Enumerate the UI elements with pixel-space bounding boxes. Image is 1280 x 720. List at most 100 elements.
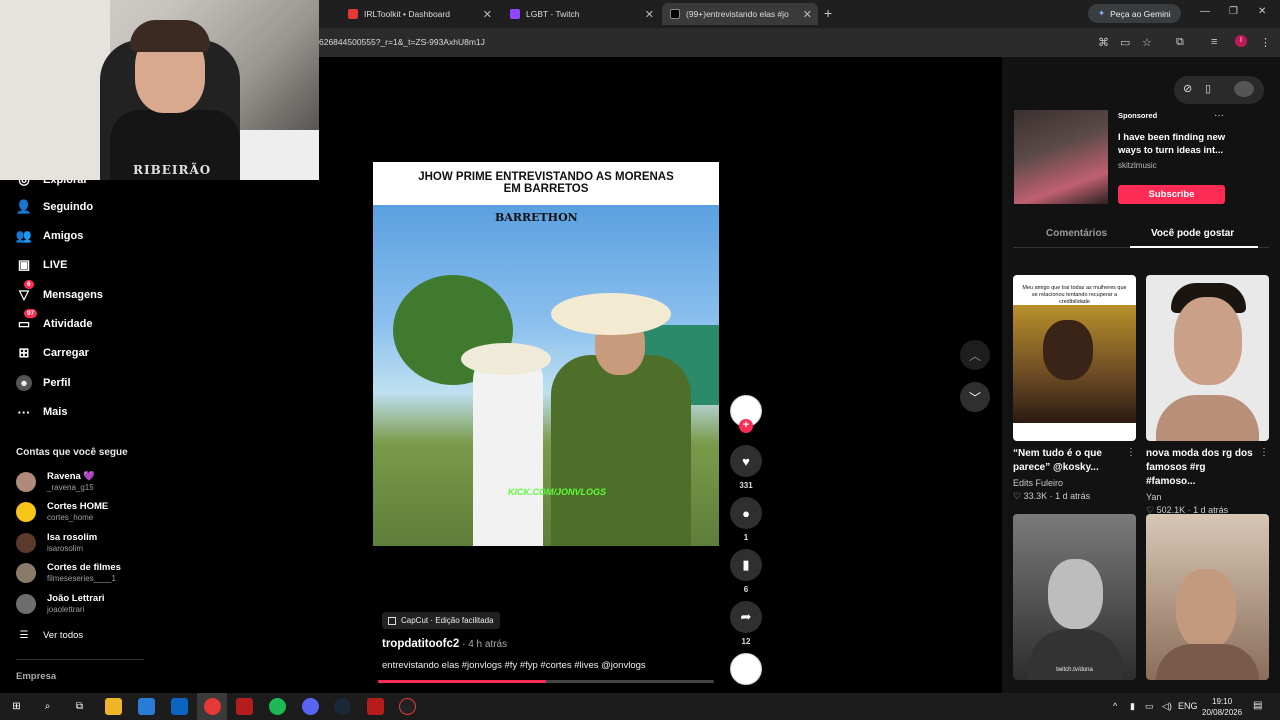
subscribe-button[interactable]: Subscribe <box>1118 185 1225 204</box>
following-account[interactable]: Cortes de filmes filmeseseries____1 <box>16 562 121 583</box>
url-field[interactable]: 626844500555?_r=1&_t=ZS-993AxhU8m1J <box>319 37 485 47</box>
tab-irltoolkit[interactable]: IRLToolkit • Dashboard ✕ <box>340 3 498 25</box>
tab-suggested[interactable]: Você pode gostar <box>1151 228 1234 239</box>
capcut-tag[interactable]: CapCut · Edição facilitada <box>382 612 500 629</box>
sidebar-item-label: Atividade <box>43 318 93 330</box>
system-clock[interactable]: 19:10 20/08/2026 <box>1202 696 1242 718</box>
clock-date: 20/08/2026 <box>1202 708 1243 717</box>
spotify-icon[interactable] <box>269 698 286 715</box>
sidebar-item-upload[interactable]: ⊞ Carregar <box>16 343 89 363</box>
progress-fill <box>378 680 546 683</box>
maximize-icon[interactable]: ❐ <box>1229 6 1238 17</box>
app-icon[interactable] <box>236 698 253 715</box>
company-link[interactable]: Empresa <box>16 671 56 682</box>
file-explorer-icon[interactable] <box>105 698 122 715</box>
discord-icon[interactable] <box>302 698 319 715</box>
obs-icon[interactable] <box>399 698 416 715</box>
compass-icon[interactable]: ⊘ <box>1183 82 1192 95</box>
sidebar-item-label: LIVE <box>43 259 68 271</box>
list-icon: ☰ <box>19 629 29 641</box>
ad-title[interactable]: I have been finding new ways to turn ide… <box>1118 131 1238 157</box>
phone-icon[interactable]: ▯ <box>1205 82 1211 95</box>
suggested-video-card[interactable]: twitch.tv/dona <box>1013 514 1136 680</box>
more-icon: ··· <box>17 404 31 420</box>
minimize-icon[interactable]: — <box>1200 6 1210 17</box>
search-icon[interactable]: ⌕ <box>39 698 56 715</box>
extensions-icon[interactable]: ⧉ <box>1176 36 1184 49</box>
video-headline-line: EM BARRETOS <box>503 183 589 195</box>
sidebar-item-live[interactable]: ▣ LIVE <box>16 255 68 275</box>
user-avatar-icon[interactable] <box>1234 81 1254 97</box>
ad-brand[interactable]: skitzlmusic <box>1118 161 1157 170</box>
next-video-button[interactable]: ﹀ <box>960 382 990 412</box>
network-icon[interactable]: ▭ <box>1145 701 1154 712</box>
close-tab-icon[interactable]: ✕ <box>645 8 654 21</box>
app-icon[interactable] <box>367 698 384 715</box>
sidebar-item-following[interactable]: 👤 Seguindo <box>16 197 93 217</box>
following-account[interactable]: Cortes HOME cortes_home <box>16 501 108 522</box>
bookmark-icon: ▮ <box>730 549 762 581</box>
suggested-video-card[interactable]: Meu amigo que trai todas as mulheres que… <box>1013 275 1136 502</box>
sidebar-item-friends[interactable]: 👥 Amigos <box>16 226 83 246</box>
windows-start-icon[interactable]: ⊞ <box>8 698 25 715</box>
follow-plus-icon[interactable]: + <box>739 419 753 433</box>
sidebar-item-more[interactable]: ··· Mais <box>16 402 68 422</box>
task-view-icon[interactable]: ⧉ <box>71 698 88 715</box>
card-age: 1 d atrás <box>1055 491 1091 501</box>
store-icon[interactable] <box>138 698 155 715</box>
creator-avatar-button[interactable]: + <box>730 395 762 433</box>
sidebar-item-activity[interactable]: ▭ 97 Atividade <box>16 309 93 334</box>
close-tab-icon[interactable]: ✕ <box>483 8 492 21</box>
ad-thumbnail[interactable] <box>1014 110 1108 204</box>
close-window-icon[interactable]: ✕ <box>1258 6 1266 17</box>
video-author[interactable]: tropdatitoofc2 · 4 h atrás <box>382 638 507 650</box>
profile-avatar[interactable]: I <box>1235 35 1247 47</box>
tray-chevron-icon[interactable]: ^ <box>1113 701 1117 711</box>
suggested-video-card[interactable] <box>1146 514 1269 680</box>
like-button[interactable]: ♥ 331 <box>730 445 762 490</box>
friends-icon: 👥 <box>15 228 33 243</box>
video-player[interactable]: JHOW PRIME ENTREVISTANDO AS MORENAS EM B… <box>373 162 719 546</box>
tab-tiktok[interactable]: (99+)entrevistando elas #jo ✕ <box>662 3 818 25</box>
sidebar-item-messages[interactable]: ▽ 6 Mensagens <box>16 280 103 305</box>
save-button[interactable]: ▮ 6 <box>730 549 762 594</box>
mail-icon[interactable] <box>171 698 188 715</box>
card-more-icon[interactable]: ⋮ <box>1126 447 1136 458</box>
capcut-label: CapCut · Edição facilitada <box>401 616 494 625</box>
volume-icon[interactable]: ◁) <box>1162 701 1172 712</box>
close-tab-icon[interactable]: ✕ <box>803 8 812 21</box>
sound-disc-button[interactable] <box>730 653 762 685</box>
card-author: Yan <box>1146 492 1162 502</box>
tab-twitch[interactable]: LGBT - Twitch ✕ <box>502 3 660 25</box>
sidebar-item-profile[interactable]: ☻ Perfil <box>16 373 71 393</box>
chevron-down-icon: ﹀ <box>968 390 981 405</box>
suggested-video-card[interactable]: nova moda dos rg dos famosos #rg #famoso… <box>1146 275 1269 516</box>
new-tab-icon[interactable]: + <box>824 5 832 21</box>
card-more-icon[interactable]: ⋮ <box>1259 447 1269 458</box>
following-account[interactable]: Isa rosolim isarosolim <box>16 532 97 553</box>
comment-button[interactable]: ● 1 <box>730 497 762 542</box>
clock-time: 19:10 <box>1212 697 1233 706</box>
translate-icon[interactable]: ⌘ <box>1098 36 1109 49</box>
share-button[interactable]: ➦ 12 <box>730 601 762 646</box>
upload-icon: ⊞ <box>18 345 30 360</box>
messages-badge: 6 <box>24 280 34 289</box>
microphone-icon[interactable]: ▮ <box>1130 701 1135 712</box>
language-indicator[interactable]: ENG <box>1178 701 1198 711</box>
chrome-icon[interactable] <box>204 698 221 715</box>
notifications-icon[interactable]: ▤ <box>1253 700 1262 711</box>
media-icon[interactable]: ≡ <box>1211 36 1217 48</box>
gemini-label: Peça ao Gemini <box>1110 8 1171 19</box>
see-all-link[interactable]: ☰ Ver todos <box>16 625 84 645</box>
following-account[interactable]: Ravena 💜 _ravena_g15 <box>16 471 95 492</box>
browser-menu-icon[interactable]: ⋮ <box>1260 36 1271 49</box>
gemini-button[interactable]: ✦ Peça ao Gemini <box>1088 4 1181 23</box>
previous-video-button[interactable]: ︿ <box>960 340 990 370</box>
cast-icon[interactable]: ▭ <box>1120 36 1130 49</box>
steam-icon[interactable] <box>334 698 351 715</box>
video-progress-bar[interactable] <box>378 680 714 683</box>
following-account[interactable]: João Lettrari joaolettrari <box>16 593 105 614</box>
bookmark-star-icon[interactable]: ☆ <box>1142 36 1152 49</box>
tab-comments[interactable]: Comentários <box>1046 228 1107 239</box>
ad-more-icon[interactable]: ··· <box>1214 110 1224 121</box>
